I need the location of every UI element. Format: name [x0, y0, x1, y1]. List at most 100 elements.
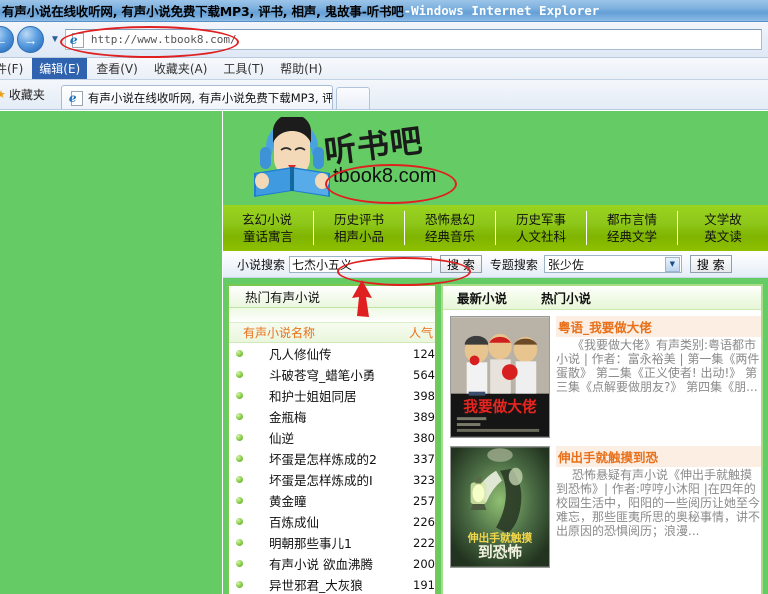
bullet-icon: [236, 518, 243, 525]
window-title-separator: -: [403, 3, 412, 18]
favorites-and-tab-bar: ★ 收藏夹 e 有声小说在线收听网, 有声小说免费下载MP3, 评...: [0, 80, 768, 110]
hot-novel-name: 坏蛋是怎样炼成的I: [269, 473, 373, 488]
hot-novel-name: 坏蛋是怎样炼成的2: [269, 452, 377, 467]
article-title[interactable]: 粤语_我要做大佬: [556, 316, 761, 337]
menu-tools[interactable]: 工具(T): [216, 58, 271, 79]
article-title[interactable]: 伸出手就触摸到恐: [556, 446, 761, 467]
chevron-down-icon[interactable]: ▼: [664, 256, 680, 272]
ie-page-icon: e: [69, 90, 83, 106]
new-tab-button[interactable]: [335, 87, 370, 109]
album-cover-three-figures-icon: 我要做大佬: [451, 317, 549, 437]
hot-novel-views: 323: [413, 472, 435, 487]
nav-item-5[interactable]: 文学故 英文读: [677, 211, 768, 245]
menu-help[interactable]: 帮助(H): [273, 58, 329, 79]
history-dropdown-button[interactable]: ▼: [50, 34, 60, 45]
window-title-page: 有声小说在线收听网, 有声小说免费下载MP3, 评书, 相声, 鬼故事-听书吧: [2, 4, 404, 19]
hot-novel-name: 百炼成仙: [269, 515, 320, 530]
address-bar[interactable]: e: [64, 29, 762, 50]
back-button[interactable]: ←: [0, 26, 14, 53]
browser-tab[interactable]: e 有声小说在线收听网, 有声小说免费下载MP3, 评...: [60, 85, 333, 109]
bullet-icon: [236, 476, 243, 483]
back-arrow-icon: ←: [0, 32, 8, 48]
column-header-views: 人气: [408, 326, 433, 340]
address-input[interactable]: [88, 32, 761, 47]
tab-latest-novels[interactable]: 最新小说: [457, 288, 507, 307]
hot-novel-views: 222: [413, 535, 435, 550]
hot-novel-views: 389: [413, 409, 435, 424]
forward-button[interactable]: →: [17, 26, 44, 53]
nav-item-1[interactable]: 历史评书 相声小品: [313, 211, 404, 245]
hot-novel-row[interactable]: 凡人修仙传 124: [229, 343, 435, 364]
hot-novel-name: 斗破苍穹_蜡笔小勇: [269, 368, 376, 383]
topic-search-label: 专题搜索: [489, 257, 538, 272]
hot-novel-row[interactable]: 斗破苍穹_蜡笔小勇 564: [229, 364, 435, 385]
hot-novel-row[interactable]: 坏蛋是怎样炼成的2 337: [229, 448, 435, 469]
nav-item-3[interactable]: 历史军事 人文社科: [495, 211, 586, 245]
hot-novel-row[interactable]: 百炼成仙 226: [229, 511, 435, 532]
nav-item-4-line1: 都市言情: [606, 212, 657, 227]
menu-view[interactable]: 查看(V): [89, 58, 145, 79]
svg-text:我要做大佬: 我要做大佬: [463, 397, 537, 415]
nav-item-2-line1: 恐怖悬幻: [424, 212, 475, 227]
nav-item-2[interactable]: 恐怖悬幻 经典音乐: [404, 211, 495, 245]
browser-toolbar: ← → ▼ e: [0, 22, 768, 58]
site-container: 听书吧 tbook8.com 玄幻小说 童话寓言 历史评书 相声小品 恐怖悬幻 …: [222, 111, 768, 594]
hot-novel-views: 564: [413, 367, 435, 382]
hot-novel-row[interactable]: 仙逆 380: [229, 427, 435, 448]
hot-novel-row[interactable]: 明朝那些事儿1 222: [229, 532, 435, 553]
article-body: 粤语_我要做大佬 《我要做大佬》有声类别:粤语都市小说 | 作者：富永裕美 | …: [550, 316, 761, 438]
favorites-label: 收藏夹: [8, 87, 45, 102]
hot-novel-row[interactable]: 异世邪君_大灰狼 191: [229, 574, 435, 594]
bullet-icon: [236, 413, 243, 420]
article-item: 我要做大佬 粤语_我要做大佬 《我要做大佬》有声类别:粤语都市小说 | 作者：富…: [443, 310, 761, 438]
nav-item-2-line2: 经典音乐: [424, 229, 475, 244]
nav-item-1-line2: 相声小品: [333, 229, 384, 244]
topic-search-button[interactable]: 搜 索: [689, 255, 732, 273]
bullet-icon: [236, 455, 243, 462]
hot-novels-divider: [229, 308, 435, 323]
svg-text:伸出手就触摸: 伸出手就触摸: [467, 531, 533, 544]
tab-hot-novels[interactable]: 热门小说: [541, 288, 591, 307]
article-thumbnail[interactable]: 我要做大佬: [450, 316, 550, 438]
hot-novel-row[interactable]: 黄金瞳 257: [229, 490, 435, 511]
nav-item-5-line2: 英文读: [704, 229, 742, 244]
forward-arrow-icon: →: [23, 31, 38, 48]
nav-item-0-line2: 童话寓言: [242, 229, 293, 244]
hot-novel-row[interactable]: 有声小说 欲血沸腾 200: [229, 553, 435, 574]
novel-search-button[interactable]: 搜 索: [440, 255, 482, 273]
nav-item-0[interactable]: 玄幻小说 童话寓言: [223, 211, 313, 245]
hot-novel-views: 337: [413, 451, 435, 466]
star-icon: ★: [0, 88, 6, 101]
topic-search-select[interactable]: 张少佐 ▼: [543, 255, 682, 273]
article-thumbnail[interactable]: 伸出手就触摸 到恐怖: [450, 446, 550, 568]
hot-novel-views: 257: [413, 493, 435, 508]
novel-search-input[interactable]: [289, 255, 433, 273]
hot-novel-views: 124: [413, 346, 435, 361]
nav-item-1-line1: 历史评书: [333, 212, 384, 227]
site-nav: 玄幻小说 童话寓言 历史评书 相声小品 恐怖悬幻 经典音乐 历史军事 人文社科 …: [223, 205, 768, 251]
menu-file[interactable]: 件(F): [0, 58, 30, 79]
menu-edit[interactable]: 编辑(E): [32, 58, 88, 79]
hot-novel-name: 金瓶梅: [269, 410, 307, 425]
bullet-icon: [236, 434, 243, 441]
hot-novels-title: 热门有声小说: [229, 286, 435, 308]
hot-novel-row[interactable]: 金瓶梅 389: [229, 406, 435, 427]
hot-novels-table-header: 有声小说名称 人气: [229, 323, 435, 343]
hot-novel-views: 200: [413, 556, 435, 571]
svg-text:到恐怖: 到恐怖: [478, 543, 522, 561]
hot-novel-row[interactable]: 和护士姐姐同居 398: [229, 385, 435, 406]
menu-favorites[interactable]: 收藏夹(A): [147, 58, 215, 79]
favorites-button[interactable]: ★ 收藏夹: [0, 83, 53, 105]
novel-search-label: 小说搜索: [237, 257, 286, 272]
bullet-icon: [236, 497, 243, 504]
menu-bar: 件(F) 编辑(E) 查看(V) 收藏夹(A) 工具(T) 帮助(H): [0, 58, 768, 80]
hot-novel-name: 异世邪君_大灰狼: [269, 578, 363, 593]
nav-item-4[interactable]: 都市言情 经典文学: [586, 211, 677, 245]
window-title-app: Windows Internet Explorer: [411, 3, 600, 18]
hot-novels-panel: 热门有声小说 有声小说名称 人气 凡人修仙传 124 斗破苍穹_蜡笔小勇 564 和护士…: [227, 284, 437, 594]
hot-novel-row[interactable]: 坏蛋是怎样炼成的I 323: [229, 469, 435, 490]
hot-novel-views: 191: [413, 577, 435, 592]
album-cover-lantern-horror-icon: 伸出手就触摸 到恐怖: [451, 447, 549, 567]
hot-novel-views: 380: [413, 430, 435, 445]
feed-tabs: 最新小说 热门小说: [443, 286, 761, 310]
